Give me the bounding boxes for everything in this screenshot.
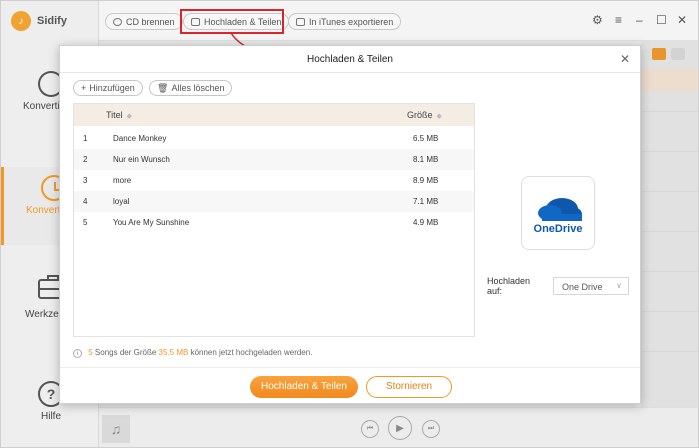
export-itunes-button[interactable]: In iTunes exportieren xyxy=(288,13,402,30)
minimize-icon[interactable]: – xyxy=(636,13,643,27)
play-icon[interactable]: ▶ xyxy=(388,416,412,440)
songs-table: Titel ◆ Größe ◆ 1 Dance Monkey 6.5 MB 2 Nu… xyxy=(73,103,475,337)
next-track-icon[interactable]: ⏭ xyxy=(422,420,440,438)
dialog-title: Hochladen & Teilen xyxy=(60,46,640,73)
burn-cd-label: CD brennen xyxy=(126,16,175,27)
onedrive-label: OneDrive xyxy=(533,223,583,235)
info-text: können jetzt hochgeladen werden. xyxy=(190,348,313,357)
row-number: 5 xyxy=(83,218,88,227)
app-logo: ♪ Sidify xyxy=(11,11,67,31)
row-size: 8.1 MB xyxy=(413,155,439,164)
row-title: loyal xyxy=(113,197,130,206)
previous-track-icon[interactable]: ⏮ xyxy=(361,420,379,438)
row-title: Nur ein Wunsch xyxy=(113,155,170,164)
row-number: 4 xyxy=(83,197,88,206)
row-title: more xyxy=(113,176,132,185)
onedrive-service-card[interactable]: OneDrive xyxy=(521,176,595,250)
settings-gear-icon[interactable]: ⚙ xyxy=(592,13,603,27)
app-name: Sidify xyxy=(37,15,67,27)
column-title-header[interactable]: Titel ◆ xyxy=(106,110,132,120)
upload-to-label: Hochladen auf: xyxy=(487,276,531,296)
row-size: 4.9 MB xyxy=(413,218,439,227)
table-row[interactable]: 1 Dance Monkey 6.5 MB xyxy=(74,128,474,149)
row-number: 1 xyxy=(83,134,88,143)
onedrive-cloud-icon xyxy=(538,198,582,221)
add-button[interactable]: + Hinzufügen xyxy=(73,80,143,96)
table-row[interactable]: 2 Nur ein Wunsch 8.1 MB xyxy=(74,149,474,170)
table-row[interactable]: 4 loyal 7.1 MB xyxy=(74,191,474,212)
player-bar: ♫ ⏮ ▶ ⏭ xyxy=(99,407,698,447)
export-itunes-label: In iTunes exportieren xyxy=(309,16,394,27)
table-header: Titel ◆ Größe ◆ xyxy=(74,104,474,126)
info-text: Songs der Größe xyxy=(94,348,157,357)
close-window-icon[interactable]: ✕ xyxy=(677,13,687,27)
plus-icon: + xyxy=(81,83,87,93)
select-value: One Drive xyxy=(562,282,603,292)
upload-share-dialog: Hochladen & Teilen ✕ + Hinzufügen 🗑 Alle… xyxy=(59,45,641,404)
table-row[interactable]: 5 You Are My Sunshine 4.9 MB xyxy=(74,212,474,233)
sort-icon: ◆ xyxy=(126,113,133,120)
maximize-icon[interactable]: ☐ xyxy=(656,13,667,27)
column-size-header[interactable]: Größe ◆ xyxy=(407,110,442,120)
info-icon: i xyxy=(73,349,82,358)
row-number: 3 xyxy=(83,176,88,185)
upload-share-submit-button[interactable]: Hochladen & Teilen xyxy=(250,376,358,398)
chevron-down-icon: ∨ xyxy=(616,281,622,290)
menu-icon[interactable]: ≡ xyxy=(615,13,622,27)
add-label: Hinzufügen xyxy=(89,83,135,93)
burn-cd-button[interactable]: CD brennen xyxy=(105,13,183,30)
app-window: ♪ Sidify Konverti Konverti Werkze ? Hilf… xyxy=(0,0,699,448)
upload-destination-select[interactable]: One Drive ∨ xyxy=(553,277,629,295)
cancel-button[interactable]: Stornieren xyxy=(366,376,452,398)
info-message: i 5 Songs der Größe 35.5 MB können jetzt… xyxy=(73,348,312,358)
row-size: 6.5 MB xyxy=(413,134,439,143)
trash-icon: 🗑 xyxy=(157,82,169,93)
sidebar-item-label: Hilfe xyxy=(41,411,62,422)
row-number: 2 xyxy=(83,155,88,164)
close-icon[interactable]: ✕ xyxy=(620,52,630,66)
row-size: 8.9 MB xyxy=(413,176,439,185)
clear-all-button[interactable]: 🗑 Alles löschen xyxy=(149,80,233,96)
clear-all-label: Alles löschen xyxy=(171,83,225,93)
sidify-logo-icon: ♪ xyxy=(11,11,31,31)
disc-icon xyxy=(113,17,122,26)
sort-icon: ◆ xyxy=(436,113,442,120)
export-icon xyxy=(296,17,305,26)
row-title: Dance Monkey xyxy=(113,134,167,143)
divider xyxy=(60,367,640,368)
album-art-placeholder: ♫ xyxy=(102,415,130,443)
total-size: 35.5 MB xyxy=(158,348,189,357)
song-count: 5 xyxy=(88,348,93,357)
row-size: 7.1 MB xyxy=(413,197,439,206)
row-title: You Are My Sunshine xyxy=(113,218,190,227)
table-row[interactable]: 3 more 8.9 MB xyxy=(74,170,474,191)
